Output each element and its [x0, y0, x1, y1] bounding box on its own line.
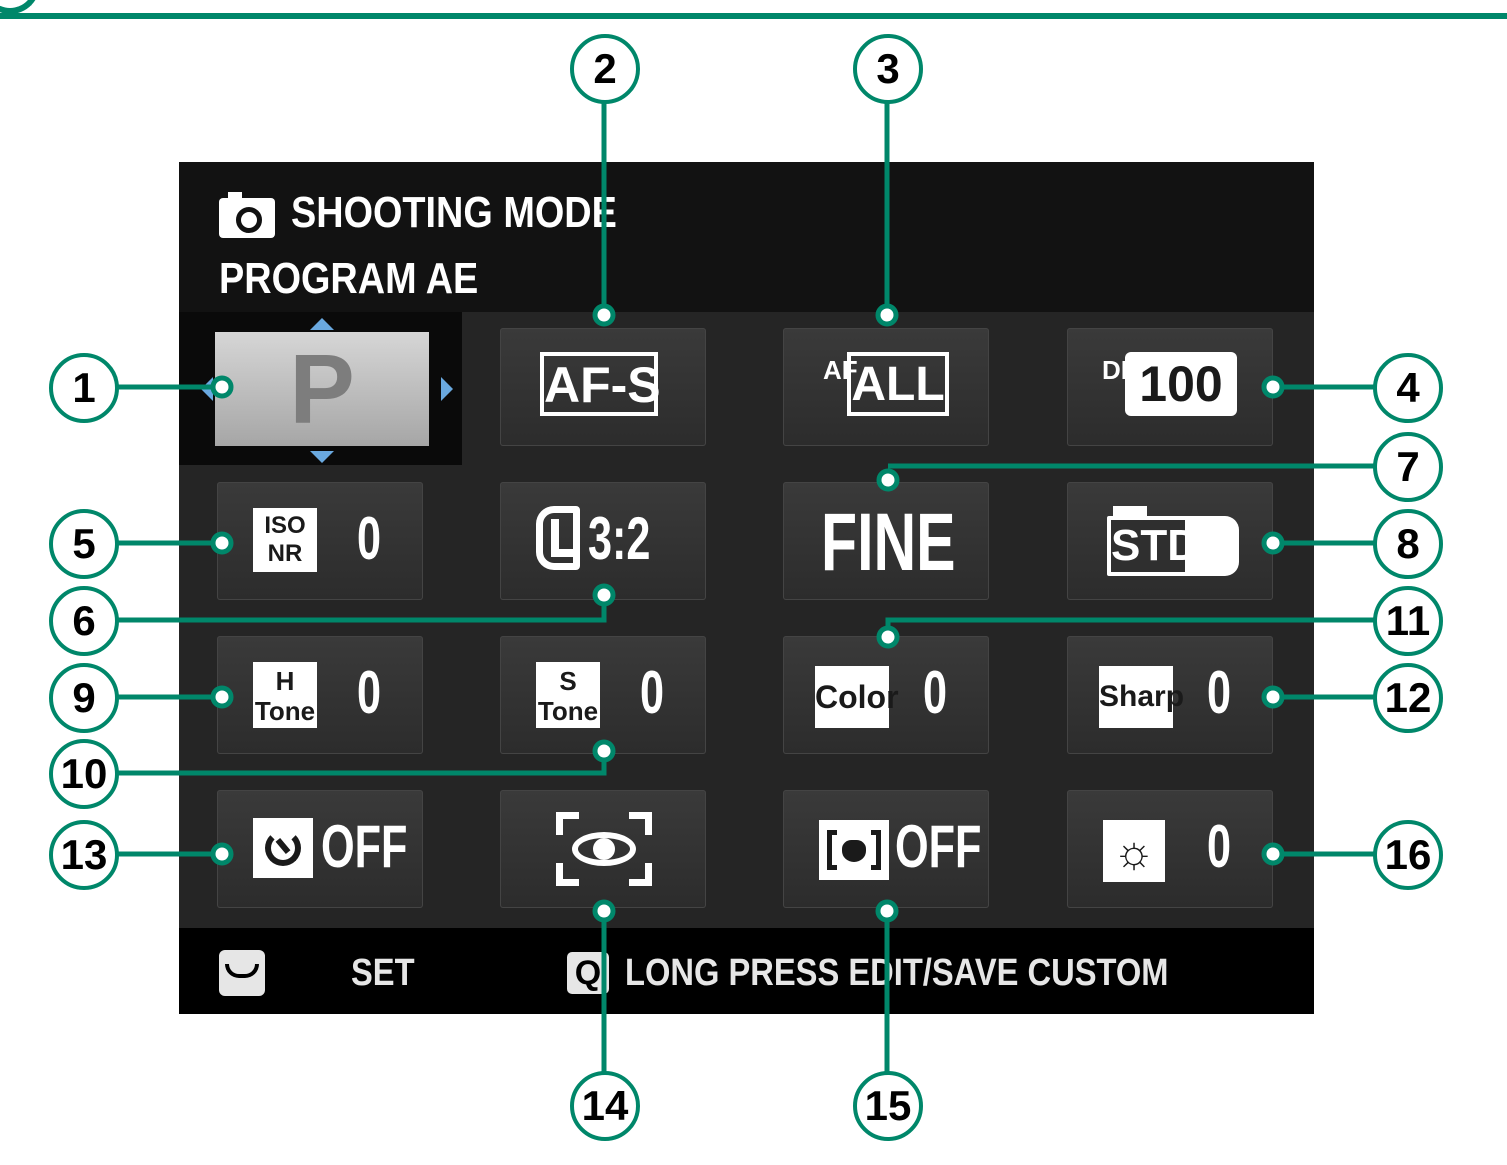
leader-dot-11 [876, 625, 900, 649]
callout-6: 6 [49, 586, 119, 656]
leader-dot-8 [1261, 531, 1285, 555]
callout-5: 5 [49, 509, 119, 579]
callout-3: 3 [853, 34, 923, 104]
callout-8: 8 [1373, 509, 1443, 579]
callout-10: 10 [49, 739, 119, 809]
callout-1: 1 [49, 353, 119, 423]
leader-dot-5 [210, 531, 234, 555]
leader-dot-4 [1261, 375, 1285, 399]
leader-dot-3 [875, 303, 899, 327]
leader-10 [118, 753, 607, 776]
leader-dot-9 [210, 685, 234, 709]
callout-13: 13 [49, 820, 119, 890]
callout-14: 14 [570, 1071, 640, 1141]
callout-7: 7 [1373, 432, 1443, 502]
callout-11: 11 [1373, 586, 1443, 656]
leader-11 [885, 617, 1375, 635]
leader-dot-14 [592, 899, 616, 923]
leader-dot-7 [876, 468, 900, 492]
callout-15: 15 [853, 1071, 923, 1141]
leader-dot-15 [875, 899, 899, 923]
leader-dot-2 [592, 303, 616, 327]
callout-16: 16 [1373, 820, 1443, 890]
leader-dot-12 [1261, 685, 1285, 709]
leader-6 [118, 597, 607, 623]
leader-dot-1 [210, 375, 234, 399]
leader-dot-13 [210, 842, 234, 866]
callout-2: 2 [570, 34, 640, 104]
leader-dot-10 [592, 739, 616, 763]
leader-dot-6 [592, 583, 616, 607]
leader-dot-16 [1261, 842, 1285, 866]
callout-9: 9 [49, 663, 119, 733]
callout-12: 12 [1373, 663, 1443, 733]
callout-leader-lines [118, 98, 1375, 1075]
callout-4: 4 [1373, 353, 1443, 423]
